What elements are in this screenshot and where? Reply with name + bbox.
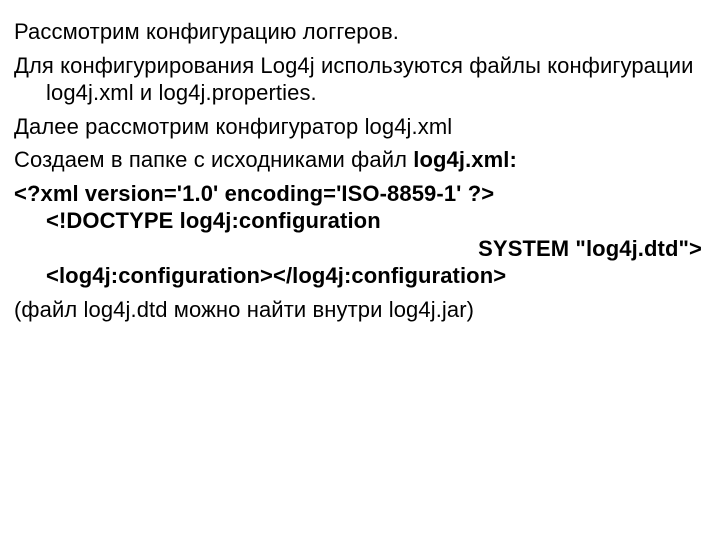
text-create-file: Создаем в папке с исходниками файл [14, 147, 413, 172]
paragraph-note: (файл log4j.dtd можно найти внутри log4j… [14, 296, 706, 324]
text-filename: log4j.xml: [413, 147, 517, 172]
paragraph-next: Далее рассмотрим конфигуратор log4j.xml [14, 113, 706, 141]
code-system: SYSTEM "log4j.dtd"> [46, 235, 706, 263]
code-doctype: <!DOCTYPE log4j:configuration [46, 207, 706, 235]
slide-body: Рассмотрим конфигурацию логгеров. Для ко… [0, 0, 720, 540]
code-config-tag: <log4j:configuration></log4j:configurati… [46, 262, 706, 290]
paragraph-config-files: Для конфигурирования Log4j используются … [14, 52, 706, 107]
code-block-2: SYSTEM "log4j.dtd"> <log4j:configuration… [14, 235, 706, 290]
paragraph-create-file: Создаем в папке с исходниками файл log4j… [14, 146, 706, 174]
code-xml-decl: <?xml version='1.0' encoding='ISO-8859-1… [14, 181, 494, 206]
code-block: <?xml version='1.0' encoding='ISO-8859-1… [14, 180, 706, 235]
paragraph-intro: Рассмотрим конфигурацию логгеров. [14, 18, 706, 46]
